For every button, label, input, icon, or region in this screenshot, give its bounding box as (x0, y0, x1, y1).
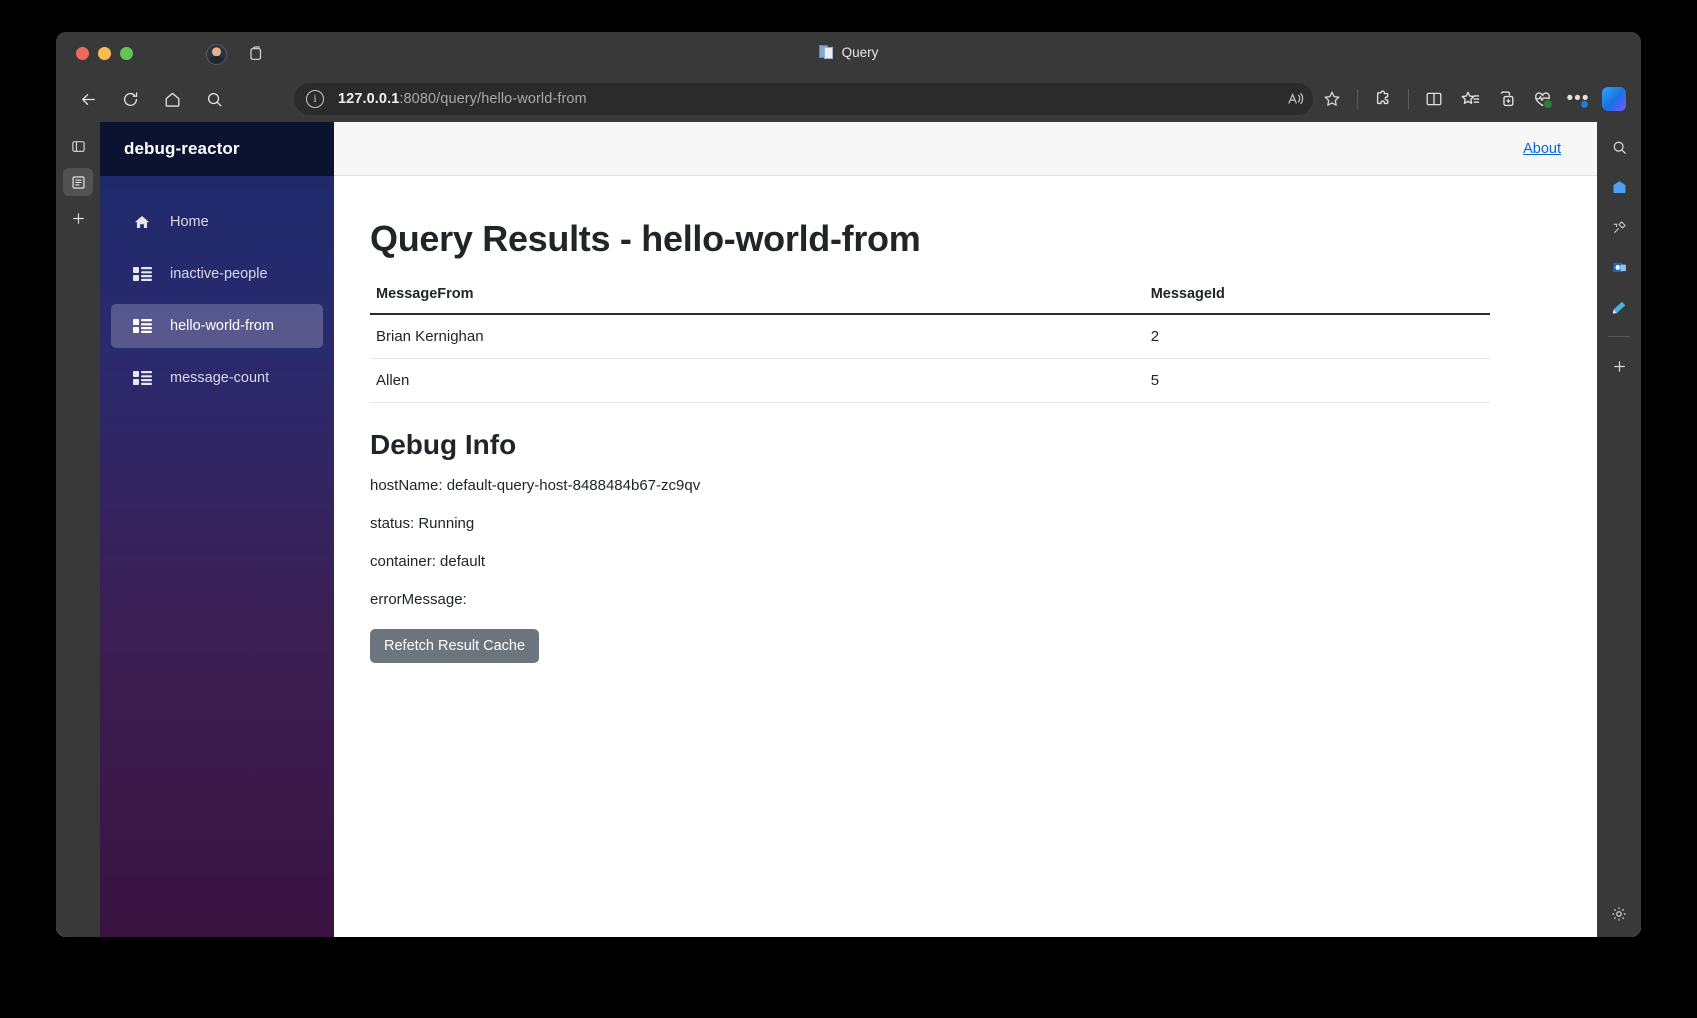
browser-window: Query i 127.0.0.1:8080/query/hello-world… (56, 32, 1641, 937)
outlook-icon[interactable] (1604, 254, 1634, 280)
debug-hostname: hostName: default-query-host-8488484b67-… (370, 477, 701, 494)
page-title: Query Results - hello-world-from (370, 218, 921, 259)
address-bar[interactable]: i 127.0.0.1:8080/query/hello-world-from (294, 83, 1313, 115)
table-list-icon (133, 266, 152, 282)
add-icon[interactable] (63, 204, 93, 232)
sidebar-item-label: inactive-people (170, 266, 268, 282)
collections-icon[interactable] (1453, 83, 1487, 115)
cell-messageid: 5 (526, 358, 1490, 403)
update-badge (1580, 100, 1589, 109)
add-icon[interactable] (1604, 353, 1634, 379)
url-path: :8080/query/hello-world-from (399, 91, 587, 107)
refresh-icon[interactable] (114, 83, 146, 115)
extensions-puzzle-icon[interactable] (1366, 83, 1400, 115)
add-tab-group-icon[interactable] (1489, 83, 1523, 115)
sidebar-item-inactive-people[interactable]: inactive-people (111, 252, 323, 296)
debug-info-title: Debug Info (370, 429, 517, 460)
page-reader-icon[interactable] (63, 168, 93, 196)
table-list-icon (133, 318, 152, 334)
sidebar-item-home[interactable]: Home (111, 200, 323, 244)
toolbar-divider (1357, 89, 1358, 109)
about-link[interactable]: About (1523, 141, 1561, 157)
sidebar-item-hello-world-from[interactable]: hello-world-from (111, 304, 323, 348)
browser-toolbar: i 127.0.0.1:8080/query/hello-world-from (56, 76, 1641, 122)
document-icon (818, 44, 834, 60)
main-content: About Query Results - hello-world-from M… (334, 122, 1597, 937)
search-icon[interactable] (198, 83, 230, 115)
column-header-messageid: MessageId (526, 282, 1490, 315)
page-topbar: About (334, 122, 1597, 176)
sidebar-item-label: hello-world-from (170, 318, 274, 334)
sidebar-item-label: message-count (170, 370, 270, 386)
app-brand[interactable]: debug-reactor (100, 122, 334, 176)
cell-messagefrom: Brian Kernighan (370, 314, 527, 359)
edge-left-rail (56, 122, 100, 937)
table-row: Allen 5 (370, 358, 1490, 403)
toolbar-actions: ••• (1279, 76, 1631, 122)
active-tab[interactable]: Query (56, 44, 1641, 60)
sidebar-nav: Home inactive-people hello-world-from me… (100, 176, 334, 408)
tab-actions-icon[interactable] (63, 132, 93, 160)
tools-icon[interactable] (1604, 214, 1634, 240)
browser-viewport: debug-reactor Home inactive-people hello… (56, 122, 1641, 937)
split-screen-icon[interactable] (1417, 83, 1451, 115)
cell-messageid: 2 (526, 314, 1490, 359)
back-icon[interactable] (72, 83, 104, 115)
toolbar-divider-2 (1408, 89, 1409, 109)
paint-icon[interactable] (1604, 294, 1634, 320)
read-aloud-icon[interactable] (1279, 83, 1313, 115)
debug-errormessage: errorMessage: (370, 591, 467, 608)
app-sidebar: debug-reactor Home inactive-people hello… (100, 122, 334, 937)
essentials-status-badge (1543, 99, 1553, 109)
rail-divider (1608, 336, 1630, 337)
site-info-icon[interactable]: i (306, 90, 324, 108)
favorite-star-icon[interactable] (1315, 83, 1349, 115)
query-results-table: MessageFrom MessageId Brian Kernighan 2 … (370, 282, 1490, 403)
sidebar-item-message-count[interactable]: message-count (111, 356, 323, 400)
table-row: Brian Kernighan 2 (370, 314, 1490, 359)
debug-status: status: Running (370, 515, 475, 532)
edge-right-rail (1597, 122, 1641, 937)
page-content: Query Results - hello-world-from Message… (334, 176, 1597, 663)
more-options-icon[interactable]: ••• (1561, 83, 1595, 115)
search-icon[interactable] (1604, 134, 1634, 160)
shopping-icon[interactable] (1604, 174, 1634, 200)
settings-gear-icon[interactable] (1604, 901, 1634, 927)
browser-title-bar: Query (56, 32, 1641, 76)
sidebar-item-label: Home (170, 214, 209, 230)
url-text: 127.0.0.1:8080/query/hello-world-from (338, 91, 587, 107)
refetch-result-cache-button[interactable]: Refetch Result Cache (370, 629, 540, 663)
home-icon (133, 214, 152, 230)
table-list-icon (133, 370, 152, 386)
debug-container: container: default (370, 553, 486, 570)
copilot-glyph (1602, 87, 1626, 111)
home-icon[interactable] (156, 83, 188, 115)
url-host: 127.0.0.1 (338, 91, 400, 107)
copilot-icon[interactable] (1597, 83, 1631, 115)
browser-essentials-icon[interactable] (1525, 83, 1559, 115)
tab-title-label: Query (841, 44, 879, 60)
column-header-messagefrom: MessageFrom (370, 282, 527, 315)
table-header-row: MessageFrom MessageId (370, 282, 1490, 315)
cell-messagefrom: Allen (370, 358, 527, 403)
